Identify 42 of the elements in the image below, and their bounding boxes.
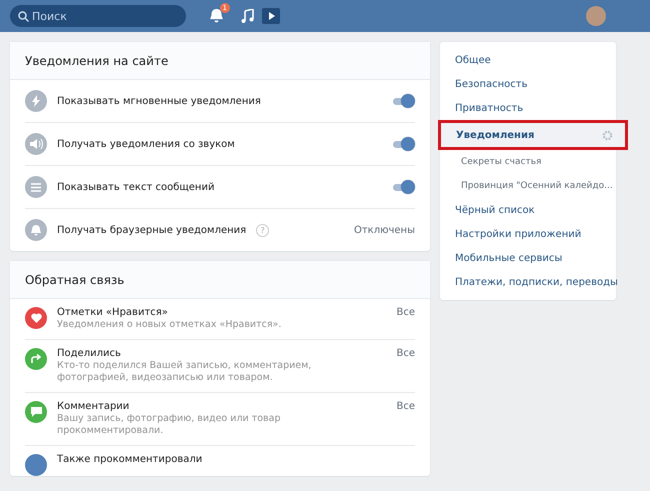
bell-icon[interactable]	[210, 9, 223, 23]
settings-menu-item[interactable]: Провинция "Осенний калейдо...	[440, 174, 616, 198]
setting-value[interactable]: Отключены	[354, 224, 415, 236]
settings-menu-item[interactable]: Уведомления	[441, 123, 625, 147]
setting-label: Получать браузерные уведомления	[57, 224, 246, 236]
card-title: Обратная связь	[10, 261, 430, 299]
search-field[interactable]: Поиск	[10, 5, 186, 27]
music-note-icon[interactable]	[241, 9, 254, 23]
feedback-value[interactable]: Все	[396, 348, 415, 359]
feedback-title: Комментарии	[57, 401, 130, 412]
settings-menu-item[interactable]: Секреты счастья	[440, 150, 616, 174]
feedback-description: Уведомления о новых отметках «Нравится».	[57, 319, 282, 331]
settings-menu-item[interactable]: Приватность	[440, 96, 616, 120]
feedback-value[interactable]: Все	[396, 307, 415, 318]
settings-menu-item[interactable]: Мобильные сервисы	[440, 246, 616, 270]
feedback-title: Также прокомментировали	[57, 454, 202, 465]
lines-icon	[31, 182, 41, 192]
feedback-value[interactable]: Все	[396, 401, 415, 412]
toggle-switch[interactable]	[391, 180, 415, 194]
feedback-title: Отметки «Нравится»	[57, 307, 169, 318]
toggle-switch[interactable]	[391, 137, 415, 151]
comment-icon	[30, 407, 42, 417]
settings-menu-item[interactable]: Общее	[440, 48, 616, 72]
settings-menu-item[interactable]: Платежи, подписки, переводы	[440, 270, 616, 294]
video-play-icon[interactable]	[262, 8, 280, 24]
lightning-icon	[31, 95, 41, 107]
feedback-title: Поделились	[57, 348, 122, 359]
share-icon	[30, 354, 42, 364]
speaker-icon	[30, 139, 42, 149]
heart-icon	[30, 313, 42, 323]
toggle-switch[interactable]	[391, 94, 415, 108]
setting-label: Показывать мгновенные уведомления	[57, 96, 261, 106]
setting-label: Показывать текст сообщений	[57, 182, 214, 192]
settings-menu-item[interactable]: Чёрный список	[440, 198, 616, 222]
setting-label: Получать уведомления со звуком	[57, 138, 235, 150]
feedback-description: Вашу запись, фотографию, видео или товар прокомментировали.	[57, 413, 282, 437]
feedback-description: Кто-то поделился Вашей записью, комментарием, фотографией, видеозаписью или товаром.	[57, 360, 312, 384]
settings-menu-item[interactable]: Безопасность	[440, 72, 616, 96]
search-icon	[18, 10, 29, 22]
bell-icon	[31, 224, 41, 236]
settings-menu-item[interactable]: Настройки приложений	[440, 222, 616, 246]
card-title: Уведомления на сайте	[10, 42, 430, 80]
